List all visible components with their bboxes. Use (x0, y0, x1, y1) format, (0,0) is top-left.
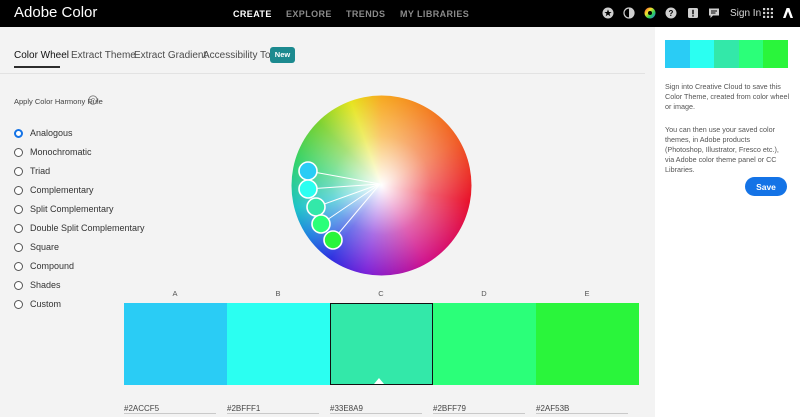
info-icon[interactable]: ? (88, 95, 98, 105)
harmony-option-double-split-complementary[interactable]: Double Split Complementary (14, 221, 145, 235)
color-swatch-c[interactable] (330, 303, 433, 385)
signin-info-text: Sign into Creative Cloud to save this Co… (665, 82, 790, 111)
theme-preview-swatch-e (763, 40, 788, 68)
harmony-option-label: Custom (30, 299, 62, 309)
harmony-option-label: Complementary (30, 185, 94, 195)
hex-value-d[interactable]: #2BFF79 (433, 404, 528, 413)
nav-my-libraries[interactable]: MY LIBRARIES (400, 9, 469, 19)
radio-button[interactable] (14, 242, 23, 252)
harmony-option-custom[interactable]: Custom (14, 297, 61, 311)
hex-field-underline (124, 413, 216, 414)
color-wheel[interactable] (291, 95, 472, 276)
swatch-letter-a: A (172, 289, 178, 298)
harmony-option-label: Split Complementary (30, 204, 114, 214)
nav-create[interactable]: CREATE (233, 9, 272, 19)
harmony-option-label: Shades (30, 280, 61, 290)
swatch-letter-c: C (378, 289, 384, 298)
color-swatch-a[interactable] (124, 303, 227, 385)
radio-button[interactable] (14, 261, 23, 271)
harmony-option-triad[interactable]: Triad (14, 164, 50, 178)
swatch-letter-d: D (481, 289, 487, 298)
color-swatch-e[interactable] (536, 303, 639, 385)
radio-button[interactable] (14, 280, 23, 290)
harmony-option-split-complementary[interactable]: Split Complementary (14, 202, 114, 216)
alert-icon[interactable] (687, 7, 699, 19)
hex-field-underline (227, 413, 319, 414)
hex-value-a[interactable]: #2ACCF5 (124, 404, 219, 413)
tab-extract-gradient[interactable]: Extract Gradient (134, 50, 206, 61)
harmony-option-complementary[interactable]: Complementary (14, 183, 94, 197)
swatch-letter-b: B (275, 289, 281, 298)
tab-color-wheel[interactable]: Color Wheel (14, 50, 69, 61)
hex-field-underline (536, 413, 628, 414)
theme-preview-swatch-c (714, 40, 739, 68)
harmony-option-label: Double Split Complementary (30, 223, 145, 233)
theme-preview-swatch-b (690, 40, 714, 68)
harmony-option-shades[interactable]: Shades (14, 278, 61, 292)
svg-text:?: ? (91, 98, 95, 105)
new-badge[interactable]: New (270, 47, 295, 63)
color-wheel-icon[interactable] (644, 7, 656, 19)
radio-button[interactable] (14, 299, 23, 309)
svg-text:?: ? (669, 9, 674, 18)
radio-button[interactable] (14, 204, 23, 214)
wheel-handle-e[interactable] (323, 230, 343, 250)
adobe-logo-icon[interactable] (782, 7, 794, 19)
tabs-divider (0, 73, 645, 74)
saved-themes-info-text: You can then use your saved color themes… (665, 125, 779, 174)
selected-swatch-caret (374, 378, 384, 384)
star-badge-icon[interactable] (602, 7, 614, 19)
color-swatch-b[interactable] (227, 303, 330, 385)
harmony-option-label: Analogous (30, 128, 73, 138)
harmony-option-monochromatic[interactable]: Monochromatic (14, 145, 92, 159)
color-swatch-d[interactable] (433, 303, 536, 385)
harmony-option-compound[interactable]: Compound (14, 259, 74, 273)
sign-in-link[interactable]: Sign In (730, 8, 761, 19)
hex-value-b[interactable]: #2BFFF1 (227, 404, 322, 413)
nav-trends[interactable]: TRENDS (346, 9, 385, 19)
harmony-option-analogous[interactable]: Analogous (14, 126, 73, 140)
wheel-handle-b[interactable] (298, 179, 318, 199)
swatch-letter-e: E (584, 289, 590, 298)
brand-logo-text[interactable]: Adobe Color (14, 4, 97, 21)
harmony-option-label: Triad (30, 166, 51, 176)
active-tab-indicator (14, 66, 60, 68)
harmony-option-label: Compound (30, 261, 75, 271)
save-button[interactable]: Save (745, 177, 787, 196)
theme-preview-swatch-d (739, 40, 763, 68)
hex-value-e[interactable]: #2AF53B (536, 404, 631, 413)
comment-icon[interactable] (708, 7, 720, 19)
radio-button[interactable] (14, 166, 23, 176)
wheel-handle-c[interactable] (306, 197, 326, 217)
radio-button[interactable] (14, 128, 23, 138)
harmony-option-label: Square (30, 242, 60, 252)
wheel-handle-a[interactable] (298, 161, 318, 181)
hex-field-underline (330, 413, 422, 414)
hex-field-underline (433, 413, 525, 414)
radio-button[interactable] (14, 185, 23, 195)
contrast-icon[interactable] (623, 7, 635, 19)
hex-value-c[interactable]: #33E8A9 (330, 404, 425, 413)
harmony-option-square[interactable]: Square (14, 240, 59, 254)
help-icon[interactable]: ? (665, 7, 677, 19)
theme-preview-swatch-a (665, 40, 690, 68)
nav-explore[interactable]: EXPLORE (286, 9, 332, 19)
app-grid-icon[interactable] (762, 7, 774, 19)
tab-extract-theme[interactable]: Extract Theme (71, 50, 136, 61)
harmony-option-label: Monochromatic (30, 147, 92, 157)
wheel-handle-d[interactable] (311, 214, 331, 234)
top-navigation-bar: Adobe Color CREATE EXPLORE TRENDS MY LIB… (0, 0, 800, 27)
radio-button[interactable] (14, 147, 23, 157)
radio-button[interactable] (14, 223, 23, 233)
